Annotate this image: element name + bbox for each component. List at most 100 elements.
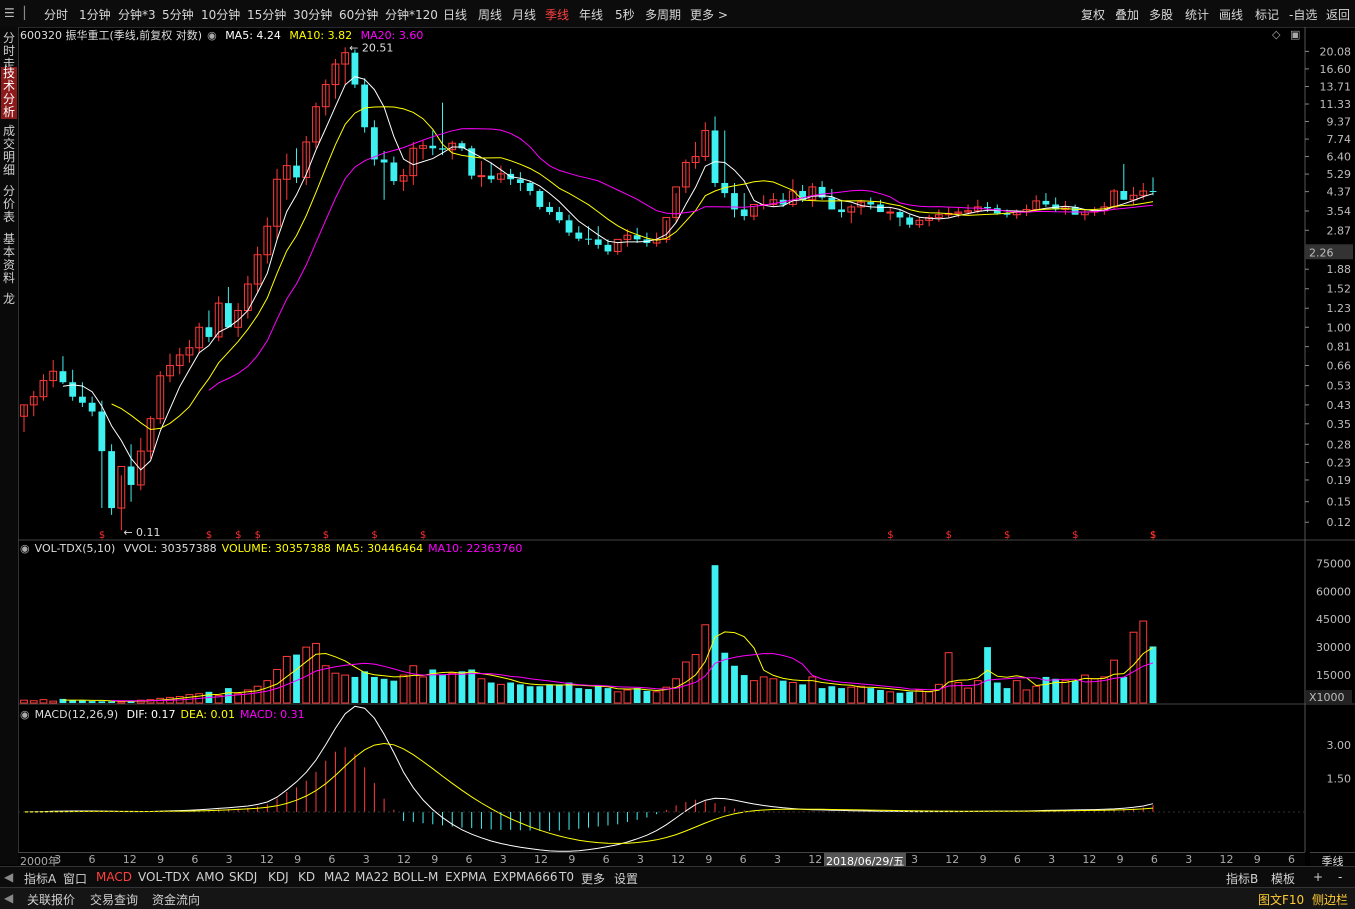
volume-axis-label-1: 60000 (1316, 585, 1351, 598)
date-axis-label-16: 9 (568, 853, 576, 866)
candle-body-58 (585, 238, 592, 240)
date-axis-label-14: 3 (499, 853, 507, 866)
status-item-2[interactable]: 资金流向 (152, 891, 200, 908)
candle-body-6 (78, 396, 86, 403)
dividend-marker-0: $ (99, 530, 105, 541)
side-tab-trades[interactable]: 成交明细 (1, 125, 17, 177)
status-item-1[interactable]: 交易查询 (90, 891, 138, 908)
tab-period-6[interactable]: 30分钟 (293, 6, 332, 23)
status-right-1[interactable]: 侧边栏 (1312, 891, 1348, 908)
indicator-tab-8[interactable]: MA2 (324, 870, 350, 884)
tab-period-8[interactable]: 分钟*120 (385, 6, 438, 23)
volume-bar-48 (487, 682, 495, 703)
side-tab-price-table[interactable]: 分价表 (1, 185, 17, 224)
tab-period-16[interactable]: 更多 > (690, 6, 728, 23)
indicator-tab-2[interactable]: MACD (96, 870, 132, 884)
tab-period-2[interactable]: 分钟*3 (118, 6, 156, 23)
tab-period-7[interactable]: 60分钟 (339, 6, 378, 23)
volume-bar-74 (740, 675, 748, 703)
volume-bar-63 (633, 688, 641, 703)
price-axis-label-7: 5.29 (1327, 168, 1352, 181)
candle-body-21 (224, 303, 232, 328)
volume-bar-82 (818, 688, 826, 703)
toolbar-right-6[interactable]: -自选 (1289, 6, 1317, 23)
candle-body-88 (877, 204, 884, 213)
dea-line (24, 742, 1154, 844)
indicator-tab-0[interactable]: 指标A (24, 870, 56, 887)
volume-bar-35 (361, 671, 369, 703)
tab-period-10[interactable]: 周线 (478, 6, 502, 23)
tab-period-15[interactable]: 多周期 (645, 6, 681, 23)
candle-body-9 (108, 451, 116, 509)
status-arrow-icon[interactable]: ◀ (4, 891, 13, 905)
indicator-tab-5[interactable]: SKDJ (229, 870, 257, 884)
volume-bar-28 (293, 654, 300, 703)
indicator-right-2[interactable]: + (1313, 870, 1323, 884)
date-axis-label-30: 3 (1048, 853, 1056, 866)
status-right-0[interactable]: 图文F10 (1258, 891, 1304, 908)
candle-body-5 (69, 382, 77, 397)
tabs-arrow-icon[interactable]: ◀ (4, 870, 13, 884)
volume-bar-43 (439, 675, 446, 703)
toolbar-right-5[interactable]: 标记 (1255, 6, 1279, 23)
indicator-tab-15[interactable]: 设置 (614, 870, 638, 887)
date-axis-label-11: 12 (396, 853, 411, 866)
indicator-tab-9[interactable]: MA22 (355, 870, 389, 884)
indicator-tab-3[interactable]: VOL-TDX (138, 870, 190, 884)
status-item-0[interactable]: 关联报价 (27, 891, 75, 908)
volume-bar-36 (370, 676, 378, 703)
chart-canvas[interactable]: 20.08 16.60 13.71 11.33 9.37 7.74 6.40 5.29 4.37… (18, 27, 1355, 852)
toolbar-right-4[interactable]: 画线 (1219, 6, 1243, 23)
date-axis-label-21: 6 (739, 853, 747, 866)
toolbar-menu-icon[interactable]: ☰ (4, 6, 15, 20)
indicator-right-3[interactable]: - (1338, 870, 1342, 884)
price-axis-label-6: 6.40 (1327, 151, 1352, 164)
volume-bar-45 (458, 671, 466, 703)
period-indicator: 季线 (1310, 852, 1355, 868)
price-axis-label-22: 0.23 (1327, 456, 1352, 469)
tab-period-9[interactable]: 日线 (443, 6, 467, 23)
indicator-tab-12[interactable]: EXPMA666 (493, 870, 558, 884)
volume-bar-58 (585, 689, 592, 703)
indicator-right-1[interactable]: 模板 (1271, 870, 1295, 887)
tab-period-4[interactable]: 10分钟 (201, 6, 240, 23)
volume-bar-30 (312, 642, 320, 704)
indicator-tab-11[interactable]: EXPMA (445, 870, 487, 884)
candle-body-84 (838, 209, 845, 213)
candle-body-54 (546, 206, 553, 213)
price-axis-label-8: 4.37 (1327, 186, 1352, 199)
tab-period-0[interactable]: 分时 (44, 6, 68, 23)
tab-period-12-active[interactable]: 季线 (545, 6, 569, 23)
toolbar-right-7[interactable]: 返回 (1326, 6, 1350, 23)
tab-period-14[interactable]: 5秒 (615, 6, 635, 23)
candle-body-37 (380, 159, 388, 163)
toolbar-right-0[interactable]: 复权 (1081, 6, 1105, 23)
indicator-tab-4[interactable]: AMO (196, 870, 224, 884)
toolbar-right-3[interactable]: 统计 (1185, 6, 1209, 23)
indicator-tab-13[interactable]: T0 (559, 870, 574, 884)
volume-bar-86 (857, 685, 865, 704)
toolbar-right-1[interactable]: 叠加 (1115, 6, 1139, 23)
tab-period-13[interactable]: 年线 (579, 6, 603, 23)
tab-period-3[interactable]: 5分钟 (162, 6, 194, 23)
indicator-tab-7[interactable]: KD (298, 870, 315, 884)
indicator-tab-14[interactable]: 更多 (581, 870, 605, 887)
indicator-tab-10[interactable]: BOLL-M (393, 870, 438, 884)
volume-bar-9 (108, 701, 116, 703)
indicator-tab-1[interactable]: 窗口 (63, 870, 87, 887)
candle-body-8 (98, 411, 106, 452)
tab-period-5[interactable]: 15分钟 (247, 6, 286, 23)
toolbar-right-2[interactable]: 多股 (1149, 6, 1173, 23)
tab-period-11[interactable]: 月线 (512, 6, 536, 23)
side-tab-fundamentals[interactable]: 基本资料 (1, 233, 17, 285)
side-tab-dragon[interactable]: 龙 (1, 293, 17, 306)
date-axis-label-33: 6 (1150, 853, 1158, 866)
candle-body-48 (487, 175, 495, 180)
tab-period-1[interactable]: 1分钟 (79, 6, 111, 23)
side-tab-technical-active[interactable]: 技术分析 (1, 67, 17, 119)
date-axis-label-17: 6 (602, 853, 610, 866)
indicator-right-0[interactable]: 指标B (1226, 870, 1258, 887)
volume-bar-95 (944, 652, 953, 704)
indicator-tab-6[interactable]: KDJ (268, 870, 289, 884)
volume-axis-label-2: 45000 (1316, 613, 1351, 626)
